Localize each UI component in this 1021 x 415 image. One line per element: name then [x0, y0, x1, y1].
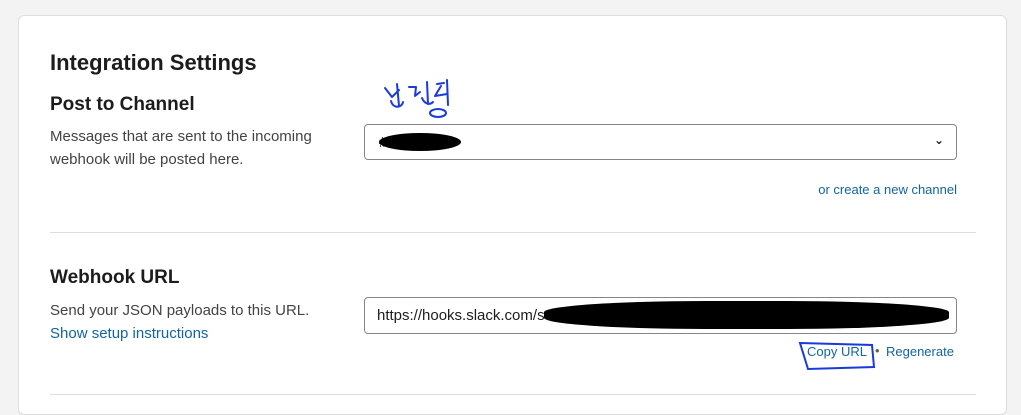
webhook-url-heading: Webhook URL	[50, 267, 180, 288]
section-divider	[50, 232, 976, 233]
channel-redaction	[379, 133, 461, 151]
chevron-down-icon: ⌄	[933, 133, 944, 147]
integration-settings-card: Integration Settings Post to Channel Mes…	[18, 15, 1007, 415]
regenerate-button[interactable]: Regenerate	[886, 344, 954, 359]
create-new-channel-link[interactable]: or create a new channel	[818, 182, 957, 197]
webhook-url-description: Send your JSON payloads to this URL.	[50, 302, 310, 319]
section-divider-bottom	[50, 394, 976, 395]
post-to-channel-heading: Post to Channel	[50, 94, 195, 115]
description-line-2: webhook will be posted here.	[50, 151, 244, 168]
link-separator: •	[875, 343, 880, 358]
post-to-channel-description: Messages that are sent to the incoming w…	[50, 125, 312, 171]
description-line-1: Messages that are sent to the incoming	[50, 128, 312, 145]
url-redaction	[544, 301, 949, 329]
show-setup-instructions-link[interactable]: Show setup instructions	[50, 322, 208, 345]
copy-url-button[interactable]: Copy URL	[807, 344, 867, 359]
page-title: Integration Settings	[50, 50, 257, 75]
